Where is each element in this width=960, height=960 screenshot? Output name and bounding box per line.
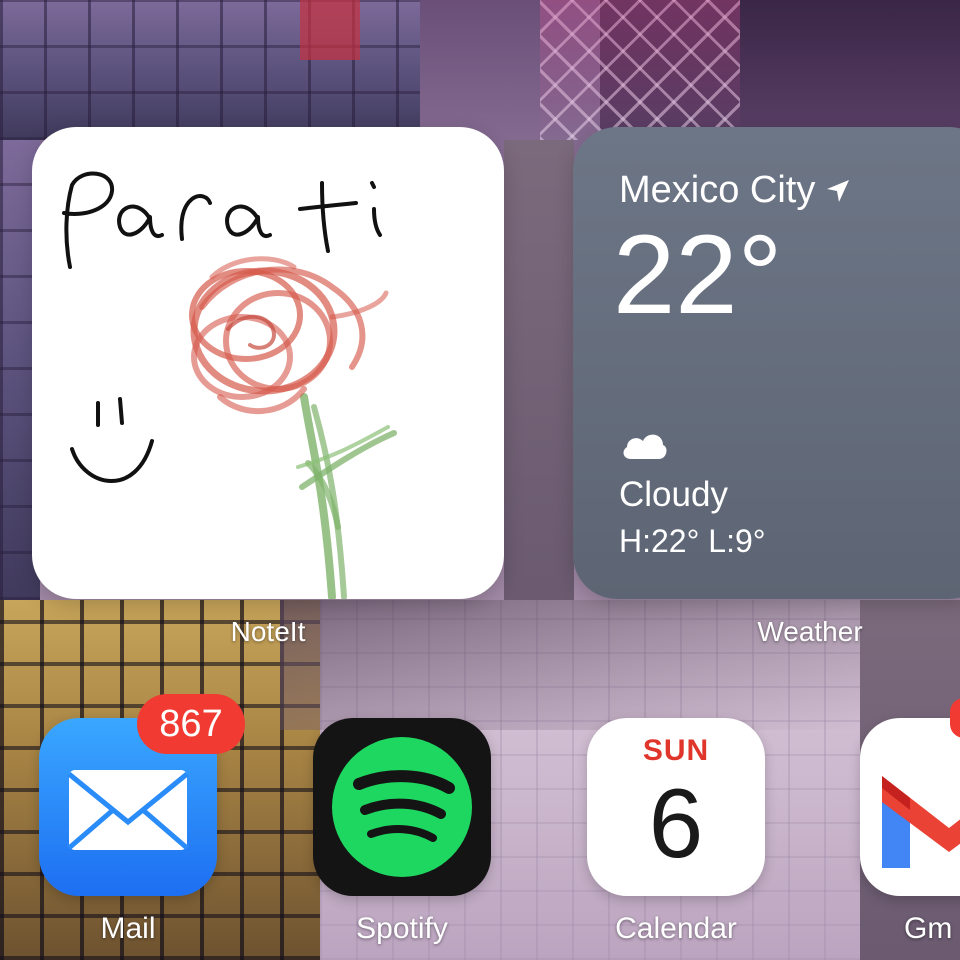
weather-widget[interactable]: Mexico City 22° Cloudy H:22° L:9° [573, 127, 960, 599]
weather-condition: Cloudy [619, 475, 728, 514]
spotify-icon [332, 737, 472, 877]
smiley-face-drawing [70, 397, 154, 483]
cloud-icon [623, 434, 667, 459]
calendar-app-icon[interactable]: SUN 6 [587, 718, 765, 896]
weather-temperature: 22° [613, 212, 783, 337]
noteit-widget-label: NoteIt [230, 616, 306, 647]
para-ti-handwriting [62, 171, 382, 269]
gmail-app-label: Gm [904, 912, 953, 945]
rose-drawing [189, 256, 397, 599]
calendar-date: 6 [648, 768, 704, 878]
weather-widget-label: Weather [757, 616, 863, 647]
gmail-icon [882, 776, 960, 868]
spotify-app-label: Spotify [356, 912, 448, 945]
weather-city-name: Mexico City [619, 169, 816, 211]
noteit-widget[interactable] [32, 127, 504, 599]
weather-high-low: H:22° L:9° [619, 523, 766, 559]
home-screen: NoteIt Mexico City 22° Cloudy H:22° L:9°… [0, 0, 960, 960]
mail-app-label: Mail [100, 912, 156, 945]
spotify-app-icon[interactable] [313, 718, 491, 896]
location-arrow-icon [827, 179, 850, 202]
calendar-weekday: SUN [642, 734, 710, 767]
handwritten-note-drawing [62, 171, 397, 599]
gmail-app-icon[interactable] [860, 718, 960, 896]
calendar-app-label: Calendar [615, 912, 737, 945]
mail-unread-badge: 867 [137, 694, 245, 754]
weather-city: Mexico City [619, 169, 851, 212]
